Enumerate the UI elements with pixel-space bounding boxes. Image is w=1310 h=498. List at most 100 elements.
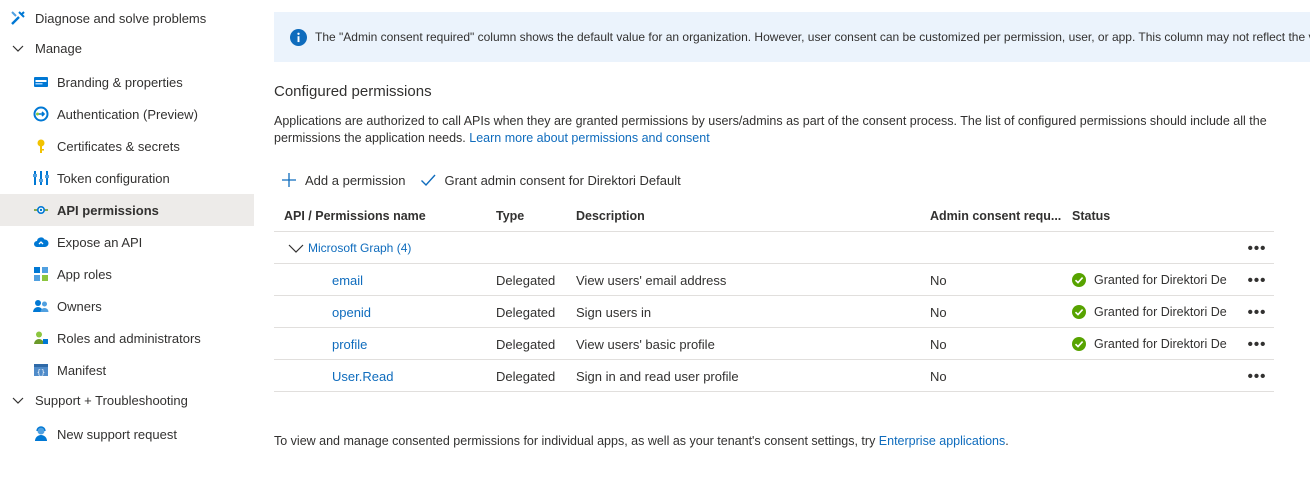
table-row: openid Delegated Sign users in No Grante… [274, 296, 1274, 328]
row-more-button[interactable]: ••• [1240, 264, 1274, 296]
checkmark-icon [421, 174, 436, 187]
info-banner: The "Admin consent required" column show… [274, 12, 1310, 62]
success-check-icon [1072, 337, 1086, 351]
permission-name-link[interactable]: openid [332, 305, 371, 320]
group-toggle[interactable]: Microsoft Graph (4) [288, 232, 488, 264]
sidebar-item-label: Manifest [57, 362, 107, 378]
status-granted: Granted for Direktori De [1072, 273, 1227, 287]
status-granted: Granted for Direktori De [1072, 305, 1227, 319]
table-row: email Delegated View users' email addres… [274, 264, 1274, 296]
status-granted: Granted for Direktori De [1072, 337, 1227, 351]
sidebar-item-branding[interactable]: Branding & properties [0, 66, 254, 98]
footer-note-suffix: . [1005, 434, 1009, 448]
admin-consent-required: No [930, 304, 947, 320]
sidebar-item-owners[interactable]: Owners [0, 290, 254, 322]
sidebar-item-certificates[interactable]: Certificates & secrets [0, 130, 254, 162]
cloud-icon [33, 234, 49, 250]
svg-text:{}: {} [37, 369, 45, 377]
sidebar-item-label: App roles [57, 266, 112, 282]
permission-type: Delegated [496, 336, 556, 352]
status-text: Granted for Direktori De [1094, 337, 1227, 351]
add-permission-button[interactable]: Add a permission [281, 172, 405, 188]
row-more-button[interactable]: ••• [1240, 360, 1274, 392]
sidebar-item-label: Branding & properties [57, 74, 183, 90]
permission-description: View users' basic profile [576, 336, 715, 352]
permission-type: Delegated [496, 272, 556, 288]
sidebar-item-label: Expose an API [57, 234, 143, 250]
manifest-icon: {} [33, 362, 49, 378]
sidebar-item-app-roles[interactable]: App roles [0, 258, 254, 290]
nav-diagnose[interactable]: Diagnose and solve problems [0, 2, 254, 34]
admin-consent-required: No [930, 272, 947, 288]
permission-name-link[interactable]: email [332, 273, 363, 288]
permission-description: Sign users in [576, 304, 652, 320]
sidebar-item-token-configuration[interactable]: Token configuration [0, 162, 254, 194]
more-icon: ••• [1247, 335, 1267, 353]
group-label-microsoft-graph[interactable]: Microsoft Graph (4) [308, 241, 411, 255]
group-row-microsoft-graph: Microsoft Graph (4) ••• [274, 232, 1274, 264]
nav-support-label: Support + Troubleshooting [35, 392, 188, 408]
permission-name-link[interactable]: User.Read [332, 369, 393, 384]
sidebar-item-api-permissions[interactable]: API permissions [0, 194, 254, 226]
sidebar-item-manifest[interactable]: {} Manifest [0, 354, 254, 386]
app-roles-icon [33, 266, 49, 282]
chevron-down-icon [288, 244, 304, 253]
authentication-icon [33, 106, 49, 122]
more-icon: ••• [1247, 239, 1267, 257]
success-check-icon [1072, 273, 1086, 287]
sidebar-item-label: Authentication (Preview) [57, 106, 198, 122]
footer-note-text: To view and manage consented permissions… [274, 434, 879, 448]
column-header-admin-consent[interactable]: Admin consent requ... [930, 200, 1070, 232]
sidebar-item-roles-administrators[interactable]: Roles and administrators [0, 322, 254, 354]
sidebar-item-expose-api[interactable]: Expose an API [0, 226, 254, 258]
nav-manage-group[interactable]: Manage [0, 32, 254, 64]
sidebar-item-authentication[interactable]: Authentication (Preview) [0, 98, 254, 130]
info-icon [290, 28, 307, 46]
more-icon: ••• [1247, 271, 1267, 289]
api-permissions-icon [33, 202, 49, 218]
status-text: Granted for Direktori De [1094, 305, 1227, 319]
column-header-status[interactable]: Status [1072, 200, 1240, 232]
nav-support-group[interactable]: Support + Troubleshooting [0, 384, 254, 416]
section-description: Applications are authorized to call APIs… [274, 113, 1274, 147]
enterprise-applications-link[interactable]: Enterprise applications [879, 434, 1005, 448]
nav-manage-label: Manage [35, 40, 82, 56]
roles-admin-icon [33, 330, 49, 346]
group-more-button[interactable]: ••• [1240, 232, 1274, 264]
chevron-down-icon [10, 392, 26, 408]
chevron-down-icon [10, 40, 26, 56]
support-person-icon [33, 426, 49, 442]
nav-diagnose-label: Diagnose and solve problems [35, 10, 207, 26]
column-header-type[interactable]: Type [496, 200, 576, 232]
sidebar-item-label: Roles and administrators [57, 330, 201, 346]
table-row: profile Delegated View users' basic prof… [274, 328, 1274, 360]
add-permission-label: Add a permission [305, 172, 406, 188]
admin-consent-required: No [930, 368, 947, 384]
permission-type: Delegated [496, 304, 556, 320]
grant-admin-consent-label: Grant admin consent for Direktori Defaul… [444, 172, 681, 188]
info-banner-text: The "Admin consent required" column show… [315, 30, 1310, 44]
owners-icon [33, 298, 49, 314]
sidebar-item-label: Owners [57, 298, 102, 314]
admin-consent-required: No [930, 336, 947, 352]
grant-admin-consent-button[interactable]: Grant admin consent for Direktori Defaul… [420, 172, 681, 188]
learn-more-link[interactable]: Learn more about permissions and consent [469, 131, 709, 145]
column-header-description[interactable]: Description [576, 200, 926, 232]
branding-icon [33, 74, 49, 90]
column-header-api-name[interactable]: API / Permissions name [284, 200, 484, 232]
row-more-button[interactable]: ••• [1240, 296, 1274, 328]
sidebar-item-label: Certificates & secrets [57, 138, 180, 154]
status-text: Granted for Direktori De [1094, 273, 1227, 287]
success-check-icon [1072, 305, 1086, 319]
page-title: Configured permissions [274, 83, 432, 100]
wrench-icon [10, 10, 26, 26]
permission-description: View users' email address [576, 272, 727, 288]
row-more-button[interactable]: ••• [1240, 328, 1274, 360]
permission-name-link[interactable]: profile [332, 337, 367, 352]
more-icon: ••• [1247, 303, 1267, 321]
section-description-text: Applications are authorized to call APIs… [274, 114, 1267, 145]
sidebar: Diagnose and solve problems Manage Brand… [0, 0, 254, 498]
more-icon: ••• [1247, 367, 1267, 385]
sidebar-item-new-support-request[interactable]: New support request [0, 418, 254, 450]
command-bar: Add a permission Grant admin consent for… [281, 168, 696, 192]
